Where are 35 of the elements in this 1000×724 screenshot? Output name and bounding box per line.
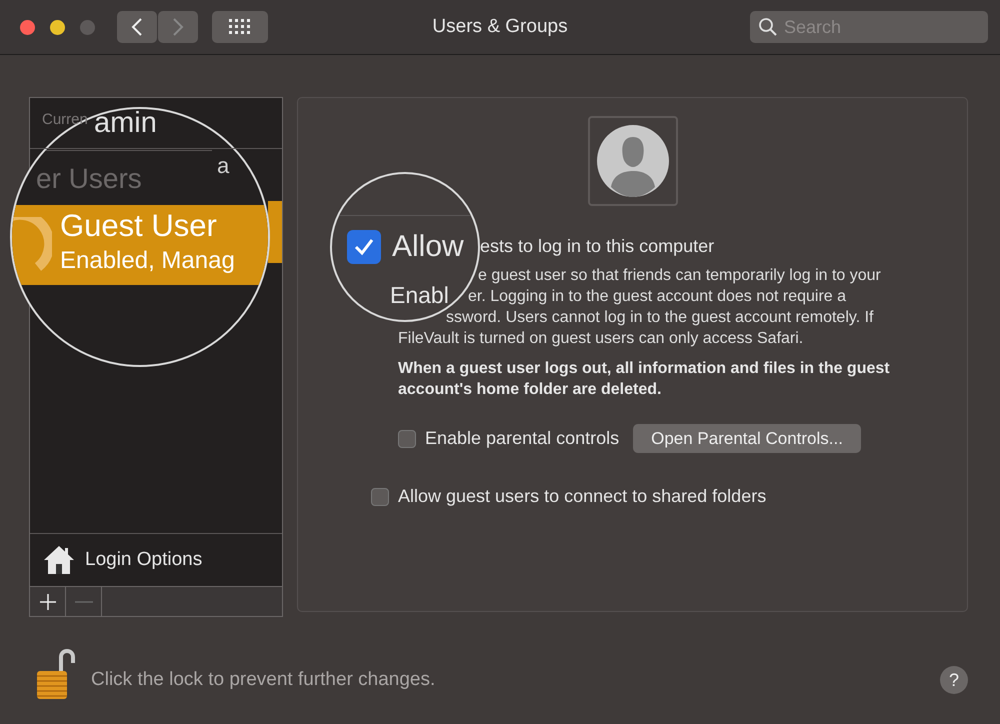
guest-user-status: Enabled, Manag [60,247,235,275]
chevron-left-icon [131,17,143,37]
description-line: e guest user so that friends can temporarily log in to your [478,266,881,286]
allow-label: Allow [392,230,464,264]
search-icon [758,17,778,37]
parental-controls-label: Enable parental controls [425,428,620,449]
description-line: ssword. Users cannot log in to the guest account remotely. If [446,308,874,328]
allow-login-label: ests to log in to this computer [480,236,716,257]
guest-user-row[interactable] [12,205,268,285]
open-parental-controls-button[interactable]: Open Parental Controls... [633,424,861,453]
grid-icon [229,19,251,35]
parental-controls-checkbox[interactable] [398,430,416,448]
minus-icon [74,600,92,602]
other-users-header: er Users [36,163,142,196]
allow-login-checkbox[interactable] [347,230,381,264]
help-button[interactable]: ? [940,666,968,694]
show-all-button[interactable] [212,11,268,43]
current-label: Curren [42,111,88,128]
back-button[interactable] [117,11,157,43]
description-line: FileVault is turned on guest users can only access Safari. [398,329,804,349]
lock-message: Click the lock to prevent further changes. [91,669,436,691]
user-name: amin [94,109,157,140]
user-name-fragment: a [217,153,230,178]
close-button[interactable] [20,20,35,34]
description-line: er. Logging in to the guest account does not require a [468,287,846,307]
description-fragment: Enabl [390,282,449,308]
guest-user-name: Guest User [60,208,217,244]
shared-folders-label: Allow guest users to connect to shared folders [398,486,766,507]
shared-folders-checkbox[interactable] [371,488,389,506]
house-icon [43,544,75,576]
plus-icon [38,592,56,610]
window-title: Users & Groups [432,16,568,38]
minimize-button[interactable] [50,20,65,34]
warning-text: When a guest user logs out, all information and files in the guest account's home folder are deleted. [398,359,891,400]
chevron-right-icon [172,17,184,37]
